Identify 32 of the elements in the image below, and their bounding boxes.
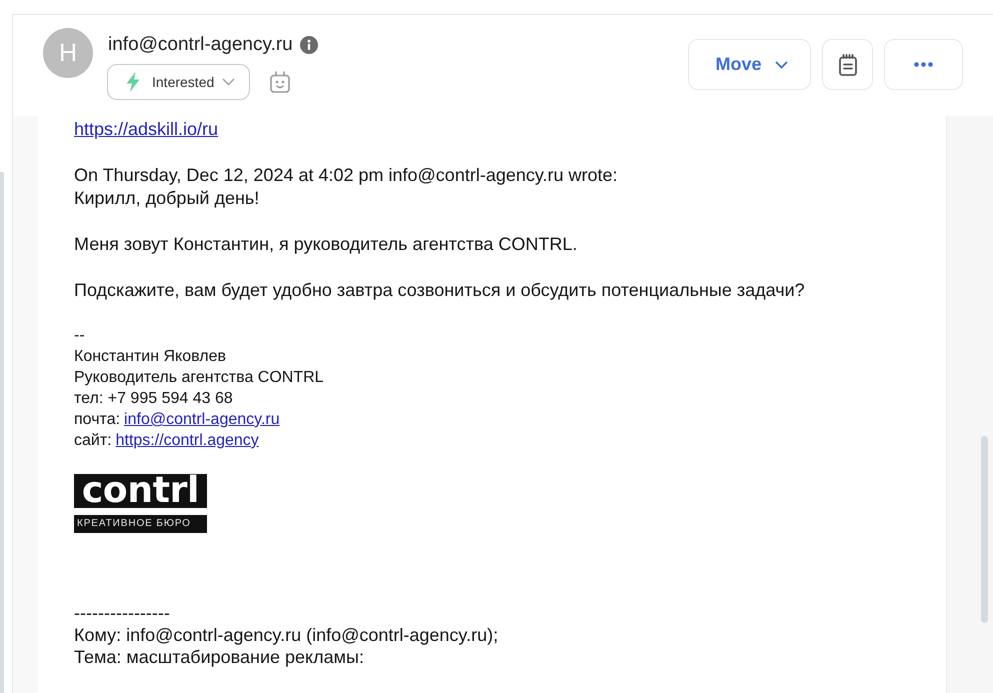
link[interactable]: https://adskill.io/ru [74,119,218,139]
forwarded-separator: ---------------- [74,602,171,624]
avatar: H [43,28,93,78]
signature-text: Руководитель агентства CONTRL [74,368,325,388]
scrollbar-thumb[interactable] [981,436,988,623]
message-text: Меня зовут Константин, я руководитель агентства CONTRL. [74,233,578,256]
message-text: Подскажите, вам будет удобно завтра созвониться и обсудить потенциальные задачи? [74,279,806,302]
forwarded-header-line: Кому: info@contrl-agency.ru (info@contrl-agency.ru); [74,624,500,646]
robot-face-icon[interactable] [270,71,290,93]
signature-link[interactable]: https://contrl.agency [116,430,259,451]
logo-wordmark: contrl [74,474,207,508]
signature-text: Константин Яковлев [74,347,227,367]
signature-label: сайт: [74,431,112,451]
signature-text: тел: +7 995 594 43 68 [74,389,234,409]
status-dropdown[interactable]: Interested [107,64,250,100]
move-button[interactable]: Move [688,39,811,90]
sender-email: info@contrl-agency.ru [108,33,293,57]
notes-button[interactable] [822,39,873,90]
chevron-down-icon [222,78,236,86]
signature-label: почта: [74,410,120,430]
forwarded-header-line: Тема: масштабирование рекламы: [74,646,365,668]
notepad-icon [838,54,856,76]
info-icon[interactable] [300,36,318,54]
chevron-down-icon [774,60,788,68]
more-icon [914,62,933,67]
logo-tagline: КРЕАТИВНОЕ БЮРО [74,515,207,533]
lightning-icon [126,72,140,92]
signature-link[interactable]: info@contrl-agency.ru [124,409,280,430]
message-text: On Thursday, Dec 12, 2024 at 4:02 pm info@contrl-agency.ru wrote: [74,164,619,187]
signature-separator: -- [74,326,86,346]
scrollbar-thumb[interactable] [0,172,4,693]
message-text: Кирилл, добрый день! [74,187,260,210]
